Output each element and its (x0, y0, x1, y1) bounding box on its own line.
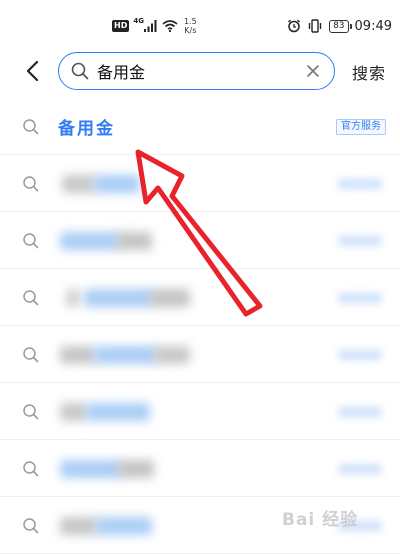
watermark: Bai 经验 (282, 510, 359, 530)
result-row-blurred[interactable] (0, 212, 400, 269)
blurred-text (60, 517, 98, 535)
blurred-badge (338, 293, 382, 303)
result-row-first[interactable]: 备用金 官方服务 (0, 98, 400, 155)
blurred-text (60, 460, 122, 478)
search-icon (22, 403, 40, 421)
chevron-left-icon (26, 60, 39, 82)
blurred-badge (338, 464, 382, 474)
search-input[interactable] (97, 56, 300, 86)
search-icon (22, 289, 40, 307)
blurred-text (96, 517, 152, 535)
network-speed-unit: K/s (184, 26, 197, 35)
blurred-text (86, 403, 150, 421)
blurred-text (150, 289, 190, 307)
network-speed-value: 1.5 (183, 17, 197, 26)
search-icon (22, 346, 40, 364)
result-label: 备用金 (58, 119, 115, 139)
clear-button[interactable] (300, 58, 326, 84)
close-icon (307, 65, 319, 77)
blurred-badge (338, 407, 382, 417)
result-row-blurred[interactable] (0, 440, 400, 497)
vibrate-icon (308, 19, 322, 33)
blurred-text (94, 175, 140, 193)
search-icon (22, 118, 40, 136)
blurred-text (116, 232, 152, 250)
network-speed: 1.5 K/s (184, 17, 197, 35)
wifi-icon (162, 20, 178, 32)
blurred-text (62, 175, 96, 193)
search-icon (71, 62, 89, 80)
blurred-text (118, 460, 154, 478)
official-service-badge: 官方服务 (336, 119, 386, 135)
network-type: 4G (133, 17, 144, 25)
search-submit-button[interactable]: 搜索 (352, 60, 386, 84)
search-box[interactable] (58, 52, 335, 90)
blurred-text (66, 289, 80, 307)
blurred-text (60, 232, 120, 250)
back-button[interactable] (18, 57, 46, 85)
search-results-list: 备用金 官方服务 (0, 98, 400, 554)
result-row-blurred[interactable] (0, 155, 400, 212)
status-bar-left: HD 4G 1.5 K/s (112, 16, 197, 36)
search-icon (22, 175, 40, 193)
search-icon (22, 232, 40, 250)
blurred-text (154, 346, 190, 364)
signal-icon (143, 20, 157, 32)
alarm-icon (288, 19, 301, 33)
blurred-badge (338, 350, 382, 360)
blurred-badge (338, 179, 382, 189)
status-bar: HD 4G 1.5 K/s 83 09:49 (0, 0, 400, 52)
blurred-text (60, 346, 96, 364)
status-bar-right: 83 09:49 (287, 16, 392, 36)
search-icon (22, 460, 40, 478)
result-row-blurred[interactable] (0, 326, 400, 383)
blurred-badge (338, 236, 382, 246)
result-row-blurred[interactable] (0, 383, 400, 440)
battery-icon: 83 (329, 19, 353, 33)
blurred-text (94, 346, 158, 364)
result-row-blurred[interactable] (0, 269, 400, 326)
clock: 09:49 (354, 18, 392, 34)
blurred-text (60, 403, 88, 421)
search-icon (22, 517, 40, 535)
blurred-text (84, 289, 154, 307)
hd-badge: HD (112, 20, 130, 32)
